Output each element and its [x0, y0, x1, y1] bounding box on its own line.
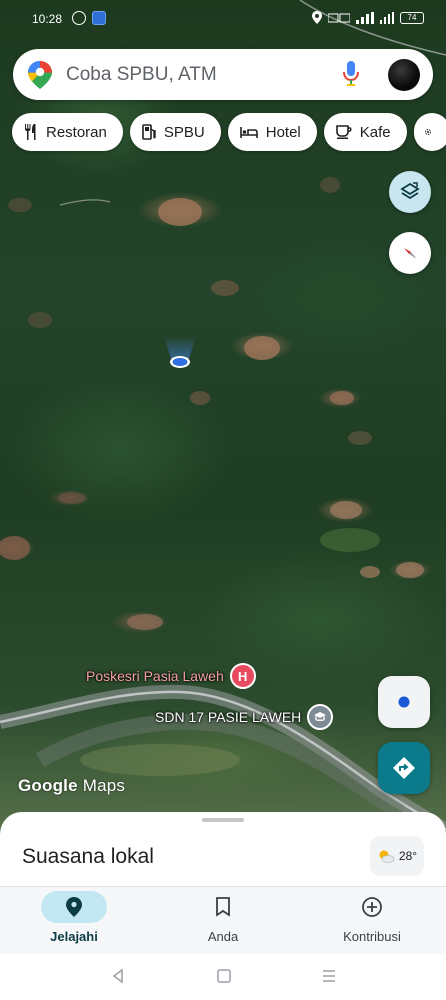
- directions-button[interactable]: [378, 742, 430, 794]
- home-icon[interactable]: [216, 968, 232, 984]
- cafe-icon: [335, 125, 352, 139]
- search-bar[interactable]: Coba SPBU, ATM: [13, 49, 433, 100]
- sheet-title: Suasana lokal: [22, 845, 154, 868]
- my-location-icon: [398, 696, 410, 708]
- account-avatar[interactable]: [388, 59, 420, 91]
- add-circle-icon: [362, 897, 382, 917]
- chip-restaurant[interactable]: Restoran: [12, 113, 123, 151]
- school-icon: [307, 704, 334, 730]
- nav-label: Kontribusi: [343, 929, 401, 944]
- chip-label: Kafe: [359, 123, 391, 141]
- category-chips: Restoran SPBU Hotel Kafe: [12, 113, 446, 151]
- current-location-marker: [164, 336, 196, 368]
- nav-contribute[interactable]: Kontribusi: [298, 887, 446, 955]
- nav-icon-container: [41, 891, 107, 923]
- restaurant-icon: [25, 124, 36, 140]
- nav-explore[interactable]: Jelajahi: [0, 887, 148, 955]
- google-maps-attribution: Google Maps: [18, 776, 125, 796]
- nav-label: Jelajahi: [50, 929, 98, 944]
- location-icon: [312, 11, 322, 24]
- attribution-brand: Google: [18, 776, 78, 795]
- bottom-navigation: Jelajahi Anda Kontribusi: [0, 886, 446, 954]
- system-icons: 74: [312, 11, 424, 24]
- directions-icon: [393, 757, 415, 779]
- chip-label: Hotel: [265, 123, 301, 141]
- nav-label: Anda: [207, 929, 239, 944]
- search-input[interactable]: Coba SPBU, ATM: [66, 64, 217, 86]
- google-maps-logo-icon: [28, 61, 52, 89]
- gas-station-icon: [142, 124, 156, 140]
- chip-label: Restoran: [46, 123, 107, 141]
- chip-more[interactable]: [413, 113, 446, 151]
- layers-button[interactable]: [389, 171, 431, 213]
- weather-chip[interactable]: 28°: [370, 836, 424, 876]
- nav-icon-container: [190, 891, 256, 923]
- poi-school[interactable]: SDN 17 PASIE LAWEH: [155, 704, 334, 730]
- chip-cafe[interactable]: Kafe: [323, 113, 407, 151]
- microphone-icon[interactable]: [343, 61, 359, 87]
- layers-icon: [400, 182, 420, 200]
- hotel-icon: [239, 127, 258, 138]
- attribution-product: Maps: [82, 776, 126, 795]
- recents-icon[interactable]: [321, 968, 337, 984]
- nav-you[interactable]: Anda: [149, 887, 297, 955]
- status-time: 10:28: [32, 12, 63, 26]
- sheet-drag-handle[interactable]: [202, 818, 244, 822]
- poi-label: SDN 17 PASIE LAWEH: [155, 709, 302, 725]
- chip-hotel[interactable]: Hotel: [227, 113, 317, 151]
- more-categories-icon: [424, 129, 431, 135]
- status-bar: 10:28 74: [0, 0, 446, 38]
- signal-icon-2: [380, 11, 394, 24]
- chip-gas-station[interactable]: SPBU: [129, 113, 221, 151]
- nav-icon-container: [339, 891, 405, 923]
- system-navigation-bar: [0, 954, 446, 1000]
- explore-pin-icon: [66, 897, 82, 917]
- data-speed-icon: [328, 13, 350, 22]
- partly-cloudy-icon: [379, 850, 395, 863]
- poi-label: Poskesri Pasia Laweh: [86, 668, 224, 684]
- hospital-icon: H: [229, 663, 256, 689]
- compass-button[interactable]: [389, 232, 431, 274]
- notification-icons: [72, 11, 106, 25]
- compass-icon: [404, 248, 417, 259]
- bookmark-icon: [216, 897, 230, 917]
- chip-label: SPBU: [163, 123, 205, 141]
- poi-hospital[interactable]: Poskesri Pasia Laweh H: [86, 663, 256, 689]
- whatsapp-icon: [72, 11, 86, 25]
- signal-icon: [356, 11, 374, 24]
- temperature-value: 28°: [398, 849, 418, 863]
- my-location-button[interactable]: [378, 676, 430, 728]
- battery-icon: 74: [400, 11, 424, 24]
- app-notification-icon: [92, 11, 106, 25]
- back-icon[interactable]: [111, 968, 125, 984]
